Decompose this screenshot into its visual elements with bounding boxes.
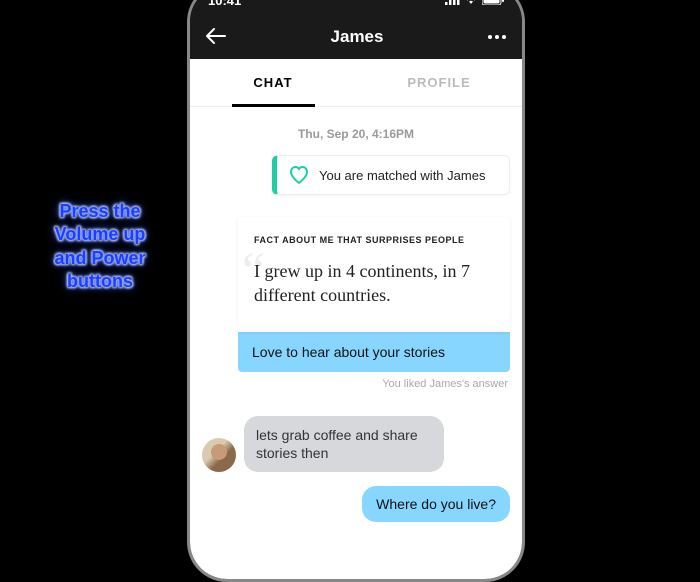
nav-bar: James [190,15,522,59]
tab-bar: CHAT PROFILE [190,59,522,107]
status-bar: 10:41 [190,0,522,15]
sent-message-1[interactable]: Love to hear about your stories [238,332,510,372]
timestamp-label: Thu, Sep 20, 4:16PM [202,127,510,141]
status-time: 10:41 [208,0,241,8]
sent-message-2[interactable]: Where do you live? [362,486,510,522]
wifi-icon [464,0,478,8]
message-scroll[interactable]: Thu, Sep 20, 4:16PM You are matched with… [190,107,522,579]
received-row: lets grab coffee and share stories then [202,416,510,472]
received-message-1[interactable]: lets grab coffee and share stories then [244,416,444,472]
signal-icon [445,0,460,8]
match-card: You are matched with James [272,155,510,195]
like-caption: You liked James's answer [202,378,508,390]
tab-profile[interactable]: PROFILE [356,59,522,106]
more-options-button[interactable] [488,35,506,39]
heart-icon [289,166,309,184]
status-icons [445,0,504,8]
fact-heading: FACT ABOUT ME THAT SURPRISES PEOPLE [254,235,494,245]
avatar[interactable] [202,438,236,472]
battery-icon [482,0,504,8]
instruction-overlay: Press the Volume up and Power buttons [45,200,155,294]
match-text: You are matched with James [319,168,485,183]
content-area: CHAT PROFILE Thu, Sep 20, 4:16PM You are… [190,59,522,579]
back-button[interactable] [206,24,226,50]
nav-title: James [331,27,384,47]
phone-frame: 10:41 James CHAT PROFILE Thu, Sep 20, 4:… [187,0,525,582]
fact-body: I grew up in 4 continents, in 7 differen… [254,259,494,308]
fact-card[interactable]: FACT ABOUT ME THAT SURPRISES PEOPLE “ I … [238,217,510,332]
tab-chat[interactable]: CHAT [190,59,356,106]
